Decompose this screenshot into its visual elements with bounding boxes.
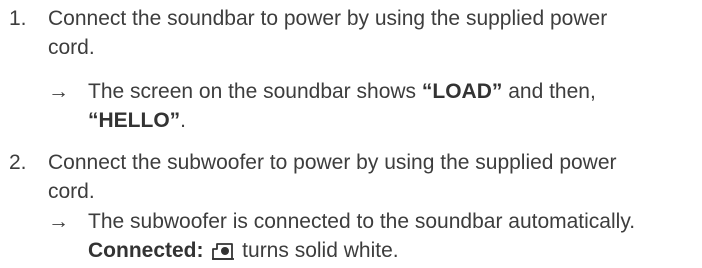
result-text: The screen on the soundbar shows “LOAD” … [88, 77, 702, 135]
result-line: Connected: turns solid white. [88, 236, 702, 265]
step-number: 2. [9, 151, 27, 174]
result-suffix: . [180, 109, 187, 132]
result-suffix: turns solid white. [236, 239, 399, 262]
result-text: The subwoofer is connected to the soundb… [88, 207, 702, 265]
step-instruction: Connect the subwoofer to power by using … [48, 148, 698, 206]
result-line: The screen on the soundbar shows “LOAD” … [88, 77, 702, 106]
step-instruction-line: Connect the subwoofer to power by using … [48, 151, 617, 174]
connected-label: Connected: [88, 239, 204, 262]
result-arrow: → [48, 80, 69, 103]
hello-text: “HELLO” [88, 109, 181, 132]
result-line: The subwoofer is connected to the soundb… [88, 210, 636, 233]
step-instruction-line: cord. [48, 36, 95, 59]
instruction-document: 1. Connect the soundbar to power by usin… [0, 0, 702, 262]
step-instruction-line: Connect the soundbar to power by using t… [48, 7, 608, 30]
result-line: “HELLO”. [88, 106, 702, 135]
step-instruction-line: cord. [48, 180, 95, 203]
step-number: 1. [9, 7, 27, 30]
result-middle: and then, [502, 80, 596, 103]
subwoofer-icon [211, 239, 235, 260]
result-arrow: → [48, 210, 69, 233]
result-prefix: The screen on the soundbar shows [88, 80, 422, 103]
load-text: “LOAD” [421, 80, 503, 103]
step-instruction: Connect the soundbar to power by using t… [48, 4, 698, 62]
